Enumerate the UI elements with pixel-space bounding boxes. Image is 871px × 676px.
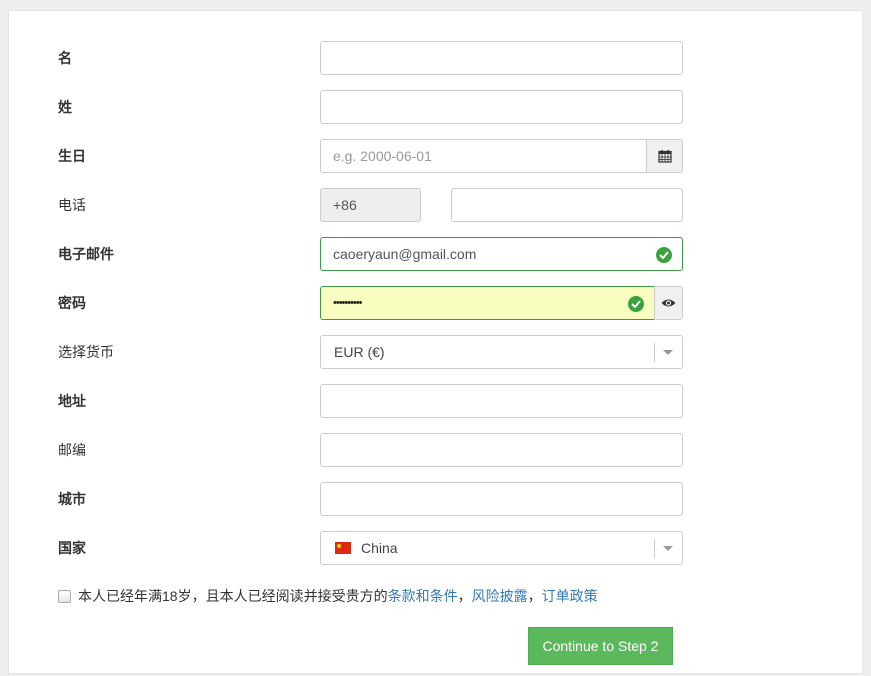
country-select[interactable]: China: [320, 531, 683, 565]
postcode-label: 邮编: [58, 442, 86, 458]
birthday-input[interactable]: [321, 140, 646, 172]
eye-icon: [661, 299, 676, 307]
select-divider: [654, 343, 655, 362]
email-input[interactable]: [321, 238, 682, 270]
terms-separator: ，: [527, 588, 542, 604]
postcode-row: 邮编: [9, 433, 862, 467]
first-name-field-wrap: [320, 41, 683, 75]
valid-check-icon: [656, 247, 672, 263]
country-code-field: +86: [320, 188, 421, 222]
email-field-wrap: [320, 237, 683, 271]
phone-label: 电话: [58, 197, 86, 213]
password-input[interactable]: [321, 287, 654, 319]
show-password-button[interactable]: [654, 286, 683, 320]
calendar-button[interactable]: [646, 139, 683, 173]
birthday-field-wrap: [320, 139, 647, 173]
country-label: 国家: [58, 540, 86, 556]
address-input[interactable]: [321, 385, 682, 417]
order-policy-link[interactable]: 订单政策: [542, 586, 598, 606]
last-name-input[interactable]: [321, 91, 682, 123]
terms-agreement: 本人已经年满18岁，且本人已经阅读并接受贵方的 条款和条件 ， 风险披露 ， 订…: [58, 586, 598, 606]
last-name-row: 姓: [9, 90, 862, 124]
first-name-input[interactable]: [321, 42, 682, 74]
currency-row: 选择货币 EUR (€): [9, 335, 862, 369]
address-row: 地址: [9, 384, 862, 418]
address-field-wrap: [320, 384, 683, 418]
email-label: 电子邮件: [58, 246, 114, 262]
last-name-label: 姓: [58, 99, 72, 115]
last-name-field-wrap: [320, 90, 683, 124]
phone-row: 电话 +86: [9, 188, 862, 222]
calendar-icon: [657, 150, 672, 163]
city-label: 城市: [58, 491, 86, 507]
country-selected-value: China: [361, 540, 398, 556]
terms-text: 本人已经年满18岁，且本人已经阅读并接受贵方的: [78, 588, 388, 604]
chevron-down-icon: [663, 546, 673, 551]
terms-separator: ，: [457, 588, 472, 604]
password-field-wrap: [320, 286, 655, 320]
city-row: 城市: [9, 482, 862, 516]
phone-input[interactable]: [452, 189, 682, 221]
email-row: 电子邮件: [9, 237, 862, 271]
select-divider: [654, 539, 655, 558]
currency-selected-value: EUR (€): [334, 344, 385, 360]
city-field-wrap: [320, 482, 683, 516]
continue-button[interactable]: Continue to Step 2: [528, 627, 673, 665]
password-row: 密码: [9, 286, 862, 320]
valid-check-icon: [628, 296, 644, 312]
registration-form-card: 名 姓 生日 电话: [8, 10, 863, 674]
chevron-down-icon: [663, 350, 673, 355]
birthday-row: 生日: [9, 139, 862, 173]
birthday-label: 生日: [58, 148, 86, 164]
currency-select[interactable]: EUR (€): [320, 335, 683, 369]
terms-conditions-link[interactable]: 条款和条件: [388, 586, 458, 606]
country-row: 国家 China: [9, 531, 862, 565]
terms-checkbox[interactable]: [58, 589, 71, 603]
currency-label: 选择货币: [58, 344, 114, 360]
phone-field-wrap: [451, 188, 683, 222]
first-name-label: 名: [58, 50, 72, 66]
postcode-input[interactable]: [321, 434, 682, 466]
city-input[interactable]: [321, 483, 682, 515]
postcode-field-wrap: [320, 433, 683, 467]
first-name-row: 名: [9, 41, 862, 75]
address-label: 地址: [58, 393, 86, 409]
risk-disclosure-link[interactable]: 风险披露: [472, 586, 528, 606]
china-flag-icon: [335, 542, 351, 554]
password-label: 密码: [58, 295, 86, 311]
